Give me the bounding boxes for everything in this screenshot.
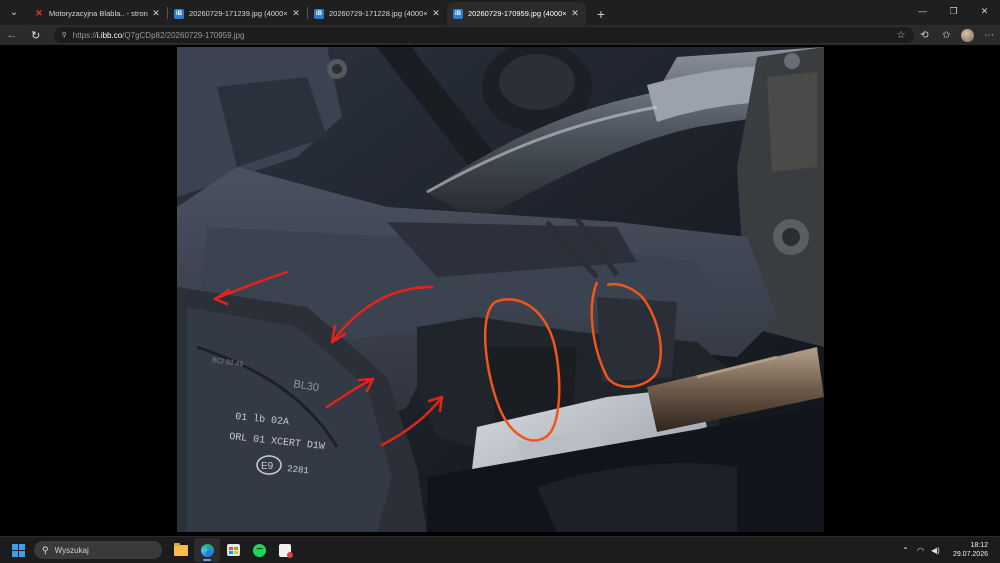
plus-icon: + <box>596 6 606 22</box>
start-button[interactable] <box>6 538 30 562</box>
taskbar-snipping-tool[interactable] <box>272 538 298 562</box>
image-viewer: BL30 BCI 92 49 01 lb 02A ORL 01 XCERT D1… <box>0 45 1000 536</box>
clock-time: 18:12 <box>970 542 988 549</box>
ibb-icon: iB <box>174 8 184 19</box>
url-host: i.ibb.co <box>96 30 123 40</box>
puzzle-icon: ⟲ <box>920 29 929 41</box>
more-icon: ⋯ <box>984 29 995 41</box>
restore-button[interactable]: ❐ <box>938 0 969 22</box>
favorite-star-icon[interactable]: ☆ <box>897 30 906 41</box>
address-bar[interactable]: ⚲ https://i.ibb.co/Q7gCDp82/20260729-170… <box>53 27 914 43</box>
tab-strip: ⌄ ✕ Motoryzacyjna Blabla.. - strona 613 … <box>0 0 1000 25</box>
tab-image-170959[interactable]: iB 20260729-170959.jpg (4000×3000) ✕ <box>447 2 586 25</box>
tab-title: 20260729-170959.jpg (4000×3000) <box>468 9 567 18</box>
minimize-button[interactable]: — <box>907 0 938 22</box>
volume-icon[interactable]: ◀) <box>928 546 943 555</box>
window-controls: — ❐ ✕ <box>907 0 1000 25</box>
engine-bay-photo[interactable]: BL30 BCI 92 49 01 lb 02A ORL 01 XCERT D1… <box>177 47 824 532</box>
system-tray: ⌃ ◠ ◀) 18:12 29.07.2026 <box>898 541 1000 559</box>
site-info-icon[interactable]: ⚲ <box>62 31 67 39</box>
close-icon: ✕ <box>980 5 989 16</box>
close-window-button[interactable]: ✕ <box>969 0 1000 22</box>
arrow-left-icon: ← <box>6 29 18 41</box>
spotify-icon <box>252 543 266 557</box>
close-icon[interactable]: ✕ <box>570 8 580 19</box>
taskbar-apps <box>168 538 298 562</box>
ibb-icon: iB <box>453 8 463 19</box>
browser-toolbar: ← ↻ ⚲ https://i.ibb.co/Q7gCDp82/20260729… <box>0 25 1000 45</box>
url-path: /Q7gCDp82/20260729-170959.jpg <box>122 30 245 40</box>
taskbar-store[interactable] <box>220 538 246 562</box>
tab-actions-menu[interactable]: ⌄ <box>3 1 25 23</box>
tab-image-171239[interactable]: iB 20260729-171239.jpg (4000×3000) ✕ <box>168 2 307 25</box>
snipping-tool-icon <box>279 543 293 558</box>
taskbar-file-explorer[interactable] <box>168 538 194 562</box>
favorites-list-icon: ✩ <box>942 29 951 41</box>
windows-logo-icon <box>11 543 18 550</box>
refresh-button[interactable]: ↻ <box>24 26 48 44</box>
taskbar-edge[interactable] <box>194 538 220 562</box>
favorites-button[interactable]: ✩ <box>935 26 957 44</box>
tab-title: 20260729-171239.jpg (4000×3000) <box>189 9 288 18</box>
taskbar-spotify[interactable] <box>246 538 272 562</box>
wifi-icon[interactable]: ◠ <box>913 546 928 555</box>
more-menu-button[interactable]: ⋯ <box>978 26 1000 44</box>
chevron-down-icon: ⌄ <box>9 6 19 18</box>
photo-canvas: BL30 BCI 92 49 01 lb 02A ORL 01 XCERT D1… <box>177 47 824 532</box>
extensions-button[interactable]: ⟲ <box>914 26 936 44</box>
motoryzacyjna-icon: ✕ <box>35 8 43 18</box>
taskbar-search[interactable]: ⚲ Wyszukaj <box>34 541 162 559</box>
tab-title: 20260729-171228.jpg (4000×3000) <box>329 9 428 18</box>
windows-taskbar: ⚲ Wyszukaj ⌃ ◠ ◀) 18:12 29.07.2026 <box>0 536 1000 563</box>
minimize-icon: — <box>918 6 927 16</box>
store-icon <box>226 544 240 556</box>
refresh-icon: ↻ <box>31 29 41 42</box>
tab-image-171228[interactable]: iB 20260729-171228.jpg (4000×3000) ✕ <box>308 2 447 25</box>
folder-icon <box>174 542 188 556</box>
search-icon: ⚲ <box>42 544 49 555</box>
photo-text-e9: E9 <box>261 461 274 472</box>
new-tab-button[interactable]: + <box>590 3 612 25</box>
profile-avatar[interactable] <box>961 28 975 42</box>
url-protocol: https:// <box>72 30 97 40</box>
restore-icon: ❐ <box>949 5 958 16</box>
search-placeholder: Wyszukaj <box>54 545 89 555</box>
back-button[interactable]: ← <box>0 26 24 44</box>
tab-motoryzacyjna[interactable]: ✕ Motoryzacyjna Blabla.. - strona 613 ✕ <box>28 2 167 25</box>
close-icon[interactable]: ✕ <box>431 8 441 19</box>
close-icon[interactable]: ✕ <box>151 8 161 19</box>
chevron-up-icon[interactable]: ⌃ <box>898 546 913 555</box>
clock-date: 29.07.2026 <box>952 551 988 558</box>
close-icon[interactable]: ✕ <box>291 8 301 19</box>
clock[interactable]: 18:12 29.07.2026 <box>953 541 988 559</box>
edge-icon <box>200 543 214 557</box>
ibb-icon: iB <box>314 8 324 19</box>
tab-title: Motoryzacyjna Blabla.. - strona 613 <box>49 9 148 18</box>
